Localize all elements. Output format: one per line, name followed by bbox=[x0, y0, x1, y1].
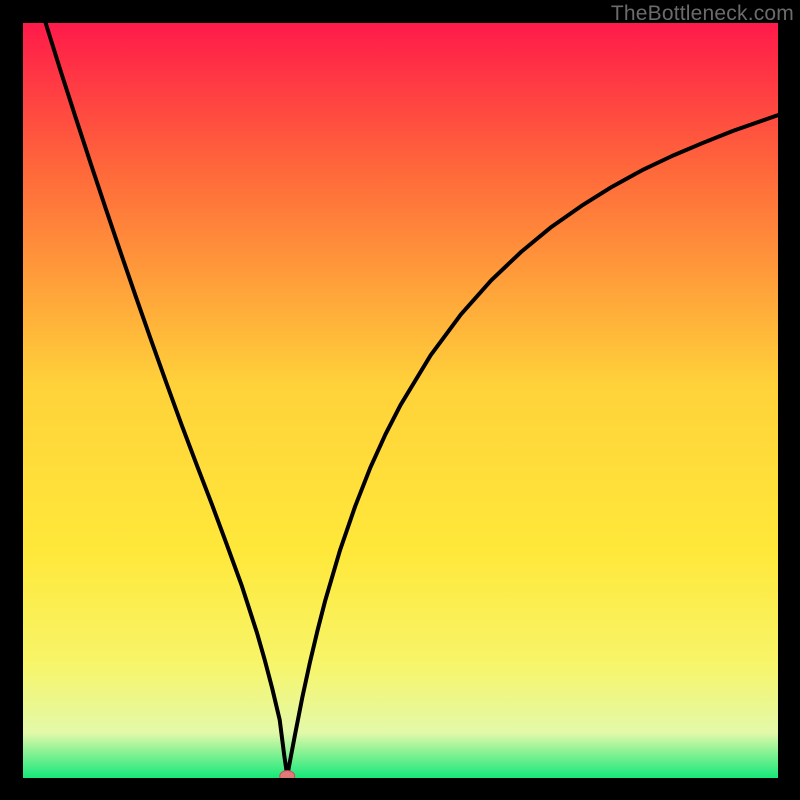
optimal-point-marker bbox=[280, 771, 295, 778]
bottleneck-chart bbox=[23, 23, 778, 778]
chart-frame bbox=[23, 23, 778, 778]
gradient-background bbox=[23, 23, 778, 778]
watermark-text: TheBottleneck.com bbox=[611, 2, 794, 26]
